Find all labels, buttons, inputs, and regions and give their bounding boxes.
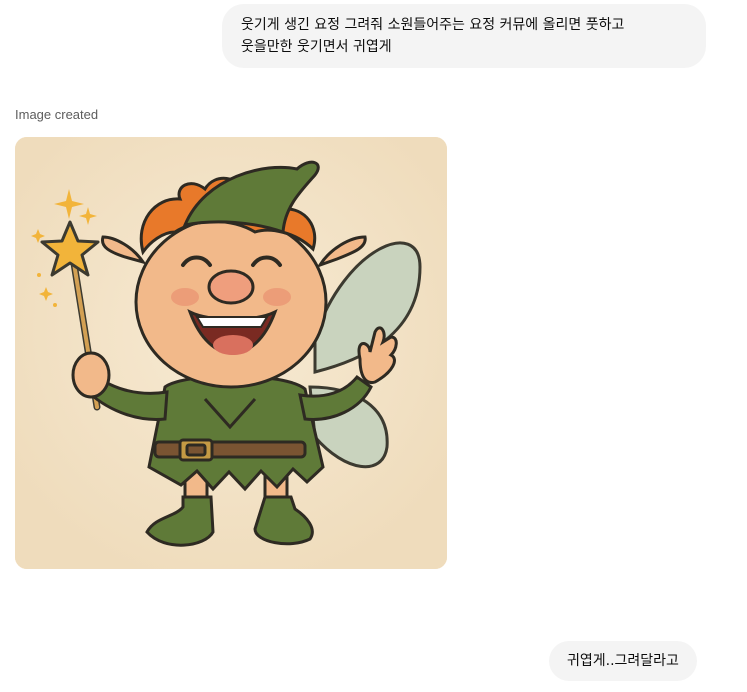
generated-image[interactable] xyxy=(15,137,447,569)
user-message-line: 웃을만한 웃기면서 귀엽게 xyxy=(241,39,392,55)
chat-thread: 웃기게 생긴 요정 그려줘 소원들어주는 요정 커뮤에 올리면 풋하고 웃을만한… xyxy=(0,0,747,692)
user-message-line: 웃기게 생긴 요정 그려줘 소원들어주는 요정 커뮤에 올리면 풋하고 xyxy=(241,17,625,33)
user-message-bubble: 웃기게 생긴 요정 그려줘 소원들어주는 요정 커뮤에 올리면 풋하고 웃을만한… xyxy=(222,4,706,68)
image-created-label: Image created xyxy=(15,107,99,122)
fairy-illustration xyxy=(15,137,447,569)
user-message-bubble: 귀엽게..그려달라고 xyxy=(549,641,697,681)
tunic xyxy=(147,374,325,492)
